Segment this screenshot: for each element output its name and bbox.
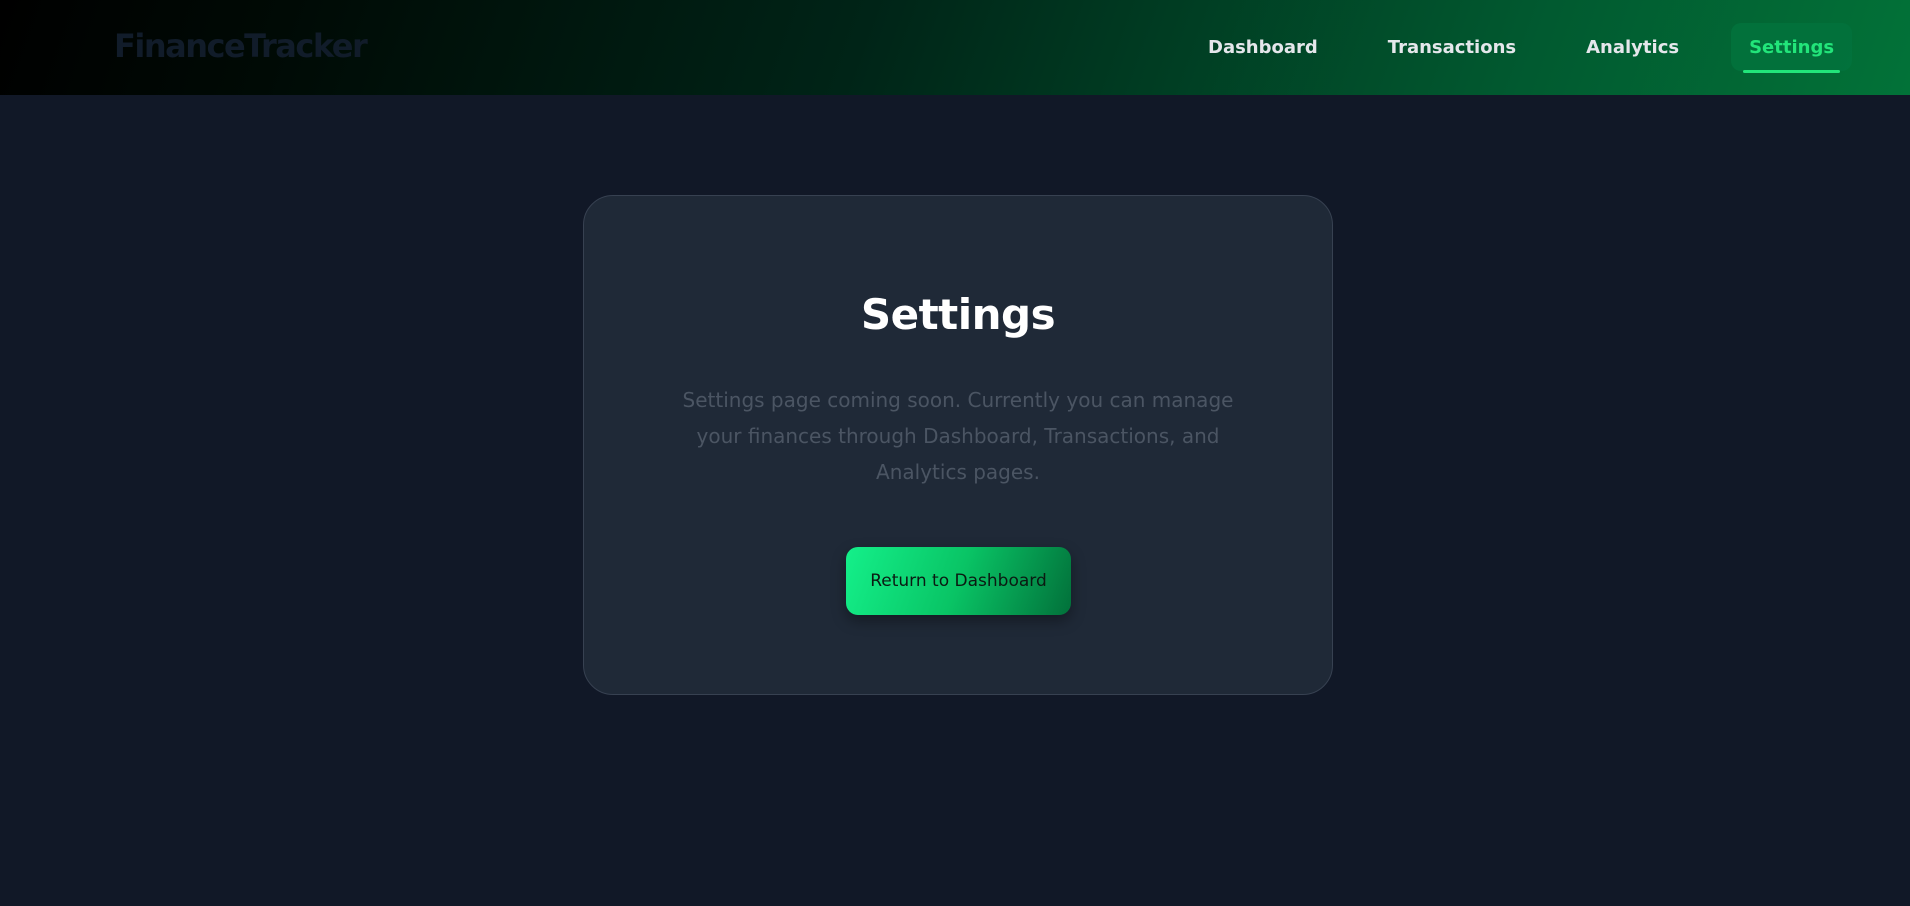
top-navigation-bar: FinanceTracker Dashboard Transactions An… (0, 0, 1910, 95)
nav-item-dashboard[interactable]: Dashboard (1190, 23, 1336, 71)
nav-item-settings-label: Settings (1749, 36, 1835, 58)
nav-item-analytics[interactable]: Analytics (1568, 23, 1697, 71)
active-nav-indicator (1743, 70, 1841, 73)
brand-logo-text[interactable]: FinanceTracker (114, 27, 368, 65)
return-to-dashboard-button[interactable]: Return to Dashboard (846, 547, 1071, 615)
settings-placeholder-card: Settings Settings page coming soon. Curr… (583, 195, 1333, 695)
nav-item-transactions[interactable]: Transactions (1370, 23, 1534, 71)
coming-soon-message: Settings page coming soon. Currently you… (682, 388, 1234, 484)
page-title: Settings (860, 290, 1056, 339)
main-nav: Dashboard Transactions Analytics Setting… (1190, 22, 1853, 73)
nav-item-settings[interactable]: Settings (1731, 23, 1853, 73)
